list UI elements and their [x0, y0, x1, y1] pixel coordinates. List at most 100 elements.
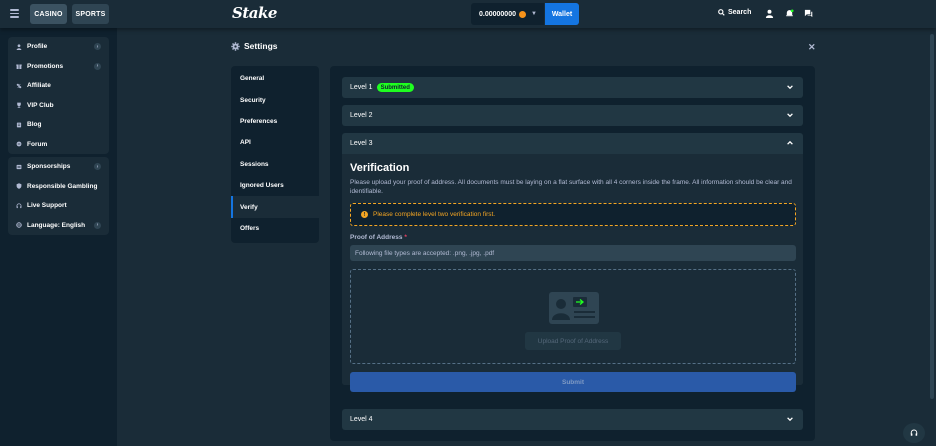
sidebar-item-label: Language: English — [27, 221, 86, 229]
search-icon — [718, 9, 725, 16]
level-4-label: Level 4 — [350, 416, 373, 423]
balance-amount: 0.00000000 — [479, 10, 516, 18]
settings-nav: General Security Preferences API Session… — [231, 66, 319, 243]
chevron-down-icon — [787, 417, 793, 422]
level-4-accordion[interactable]: Level 4 — [342, 409, 803, 430]
shield-icon — [16, 183, 22, 190]
forum-icon — [16, 141, 22, 147]
chevron-down-icon — [787, 85, 793, 90]
level-3-accordion: Level 3 Verification Please upload your … — [342, 133, 803, 392]
user-icon — [16, 44, 22, 50]
menu-icon[interactable] — [10, 9, 19, 18]
sidebar-item-language[interactable]: Language: English › — [8, 216, 109, 236]
search-button[interactable]: Search — [718, 9, 751, 16]
required-marker: * — [404, 234, 407, 241]
verify-content: Level 1 Submitted Level 2 Level 3 Verifi… — [330, 66, 815, 441]
sidebar-item-responsible-gambling[interactable]: Responsible Gambling — [8, 177, 109, 197]
file-dropzone[interactable]: Upload Proof of Address — [350, 269, 796, 364]
sidebar-item-blog[interactable]: Blog — [8, 115, 109, 135]
sidebar-item-forum[interactable]: Forum — [8, 135, 109, 155]
level-3-body: Verification Please upload your proof of… — [342, 154, 803, 392]
sidebar-item-label: Promotions — [27, 62, 64, 70]
scroll-thumb[interactable] — [930, 34, 934, 399]
headset-icon — [16, 203, 22, 208]
bitcoin-icon — [518, 10, 526, 18]
sidebar-item-label: Sponsorships — [27, 163, 71, 171]
page-scrollbar[interactable] — [930, 34, 934, 446]
sidebar-item-label: Profile — [27, 43, 48, 51]
sidebar-item-label: Responsible Gambling — [27, 182, 98, 190]
sidebar-item-vip-club[interactable]: VIP Club — [8, 96, 109, 116]
trophy-icon — [17, 102, 21, 109]
sidebar-item-sponsorships[interactable]: Sponsorships › — [8, 157, 109, 177]
nav-item-api[interactable]: API — [231, 132, 319, 153]
chevron-down-icon — [787, 113, 793, 118]
live-support-button[interactable] — [903, 423, 925, 443]
sidebar-item-label: VIP Club — [27, 101, 54, 109]
level-2-label: Level 2 — [350, 112, 373, 119]
chat-icon[interactable] — [804, 9, 813, 18]
verification-description: Please upload your proof of address. All… — [350, 179, 792, 195]
stake-logo[interactable]: Stake — [232, 4, 277, 22]
level-3-header[interactable]: Level 3 — [342, 133, 803, 154]
level-2-header[interactable]: Level 2 — [342, 105, 803, 126]
affiliate-icon — [16, 83, 22, 89]
nav-item-security[interactable]: Security — [231, 89, 319, 110]
sidebar-item-affiliate[interactable]: Affiliate — [8, 76, 109, 96]
blog-icon — [16, 122, 22, 128]
gear-icon — [231, 41, 240, 51]
casino-tab[interactable]: CASINO — [30, 4, 67, 24]
sponsor-icon — [16, 164, 22, 169]
chevron-up-icon — [787, 140, 793, 145]
top-bar: CASINO SPORTS Stake 0.00000000 ▼ Wallet … — [0, 0, 936, 28]
nav-item-ignored-users[interactable]: Ignored Users — [231, 175, 319, 196]
sidebar-item-label: Blog — [27, 121, 42, 129]
sidebar-group-main: Profile › Promotions › Affiliate VIP Clu… — [8, 37, 109, 154]
sports-tab[interactable]: SPORTS — [72, 4, 109, 24]
level-1-header[interactable]: Level 1 Submitted — [342, 77, 803, 98]
sidebar-item-label: Live Support — [27, 202, 67, 210]
status-badge: Submitted — [376, 83, 414, 92]
level-3-label: Level 3 — [350, 140, 373, 147]
sidebar-item-label: Affiliate — [27, 82, 51, 90]
notification-bell-icon[interactable] — [785, 9, 794, 18]
nav-item-verify[interactable]: Verify — [231, 196, 319, 218]
nav-item-offers[interactable]: Offers — [231, 218, 319, 239]
search-label: Search — [728, 9, 752, 16]
level-1-label: Level 1 — [350, 84, 373, 91]
chevron-right-icon: › — [94, 62, 101, 70]
proof-label-text: Proof of Address — [350, 234, 403, 241]
wallet-button[interactable]: Wallet — [545, 3, 579, 25]
sidebar-item-live-support[interactable]: Live Support — [8, 196, 109, 216]
balance-selector[interactable]: 0.00000000 ▼ — [471, 3, 544, 25]
settings-title-text: Settings — [244, 41, 278, 51]
warning-text: Please complete level two verification f… — [373, 211, 496, 218]
globe-icon — [16, 222, 22, 228]
settings-title: Settings — [231, 41, 278, 51]
sidebar: Profile › Promotions › Affiliate VIP Clu… — [0, 28, 117, 446]
sidebar-item-promotions[interactable]: Promotions › — [8, 57, 109, 77]
nav-item-preferences[interactable]: Preferences — [231, 111, 319, 132]
id-card-icon — [549, 292, 599, 324]
submit-button[interactable]: Submit — [350, 372, 796, 392]
sidebar-item-label: Forum — [27, 140, 48, 148]
nav-item-general[interactable]: General — [231, 68, 319, 89]
warning-banner: ! Please complete level two verification… — [350, 203, 796, 226]
nav-item-sessions[interactable]: Sessions — [231, 154, 319, 175]
gift-icon — [16, 64, 22, 70]
chevron-down-icon: ▼ — [530, 11, 537, 17]
chevron-right-icon: › — [94, 43, 101, 50]
warning-icon: ! — [361, 211, 368, 218]
sidebar-item-profile[interactable]: Profile › — [8, 37, 109, 57]
chevron-right-icon: › — [94, 163, 101, 170]
close-icon[interactable]: ✕ — [808, 42, 816, 53]
level-2-accordion[interactable]: Level 2 — [342, 105, 803, 126]
upload-proof-button[interactable]: Upload Proof of Address — [525, 332, 621, 350]
level-4-header[interactable]: Level 4 — [342, 409, 803, 430]
chevron-right-icon: › — [94, 221, 101, 229]
verification-title: Verification — [350, 162, 410, 174]
user-icon[interactable] — [765, 9, 774, 18]
level-1-accordion[interactable]: Level 1 Submitted — [342, 77, 803, 98]
proof-of-address-label: Proof of Address * — [350, 234, 407, 241]
accepted-file-types: Following file types are accepted: .png,… — [350, 245, 796, 261]
